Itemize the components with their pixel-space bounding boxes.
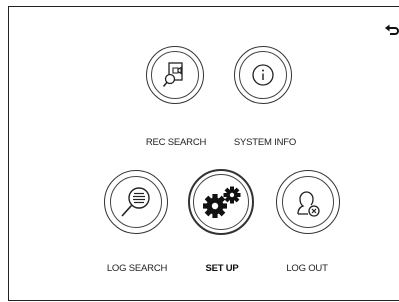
log-search-icon [121,187,150,217]
return-arrow-icon[interactable] [385,24,399,38]
logout-label: LOG OUT [286,263,328,274]
rec-search-label: REC SEARCH [145,137,207,148]
menu-panel [8,6,399,301]
setup-label: SET UP [205,263,239,274]
gears-icon [203,186,241,218]
logout-user-icon [297,191,320,217]
info-icon [252,64,274,86]
log-search-label: LOG SEARCH [106,263,168,274]
record-search-icon [162,62,183,87]
system-info-label: SYSTEM INFO [233,137,297,148]
